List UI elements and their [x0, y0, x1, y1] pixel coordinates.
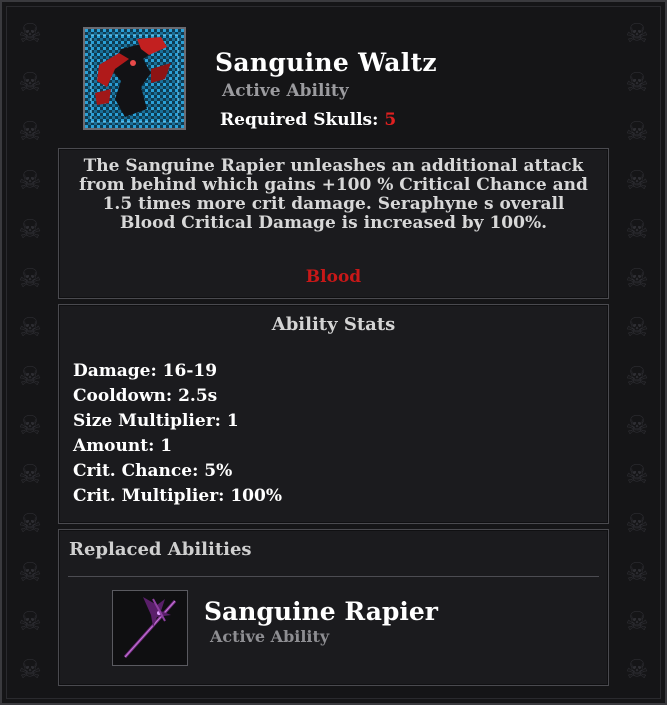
skull-icon: ☠ [18, 19, 42, 50]
ability-title: Sanguine Waltz [215, 48, 437, 77]
skull-icon: ☠ [625, 117, 649, 148]
skull-icon: ☠ [625, 215, 649, 246]
divider [68, 576, 599, 577]
skull-icon: ☠ [625, 410, 649, 441]
skull-icon: ☠ [625, 557, 649, 588]
skull-icon: ☠ [18, 655, 42, 686]
required-skulls: Required Skulls: 5 [220, 110, 396, 130]
skull-icon: ☠ [18, 264, 42, 295]
stat-damage: Damage: 16-19 [73, 361, 218, 381]
sanguine-waltz-portrait [83, 27, 186, 130]
stat-cooldown: Cooldown: 2.5s [73, 386, 218, 406]
skull-icon: ☠ [18, 459, 42, 490]
element-tag: Blood [305, 267, 362, 287]
skull-icon: ☠ [625, 606, 649, 637]
skull-icon: ☠ [18, 410, 42, 441]
skull-icon: ☠ [18, 606, 42, 637]
skull-column-right: ☠ ☠ ☠ ☠ ☠ ☠ ☠ ☠ ☠ ☠ ☠ ☠ ☠ ☠ [617, 10, 657, 695]
required-skulls-value: 5 [384, 110, 397, 130]
skull-icon: ☠ [18, 312, 42, 343]
skull-icon: ☠ [625, 508, 649, 539]
skull-icon: ☠ [18, 68, 42, 99]
ability-description: The Sanguine Rapier unleashes an additio… [79, 156, 588, 233]
skull-icon: ☠ [18, 361, 42, 392]
stats-title: Ability Stats [271, 314, 396, 335]
ability-type: Active Ability [222, 81, 349, 101]
replaced-abilities-title: Replaced Abilities [69, 539, 252, 560]
skull-icon: ☠ [625, 459, 649, 490]
skull-icon: ☠ [625, 655, 649, 686]
skull-column-left: ☠ ☠ ☠ ☠ ☠ ☠ ☠ ☠ ☠ ☠ ☠ ☠ ☠ ☠ [10, 10, 50, 695]
replaced-ability-type: Active Ability [210, 627, 330, 646]
sanguine-rapier-icon[interactable] [112, 590, 188, 666]
description-panel: The Sanguine Rapier unleashes an additio… [58, 148, 609, 299]
skull-icon: ☠ [625, 68, 649, 99]
skull-icon: ☠ [625, 312, 649, 343]
skull-icon: ☠ [625, 19, 649, 50]
stat-crit-chance: Crit. Chance: 5% [73, 461, 233, 481]
skull-icon: ☠ [625, 166, 649, 197]
skull-icon: ☠ [18, 117, 42, 148]
stat-amount: Amount: 1 [73, 436, 173, 456]
stat-size-multiplier: Size Multiplier: 1 [73, 411, 239, 431]
skull-icon: ☠ [18, 557, 42, 588]
skull-icon: ☠ [18, 508, 42, 539]
replaced-ability-name: Sanguine Rapier [204, 597, 438, 626]
skull-icon: ☠ [625, 264, 649, 295]
stat-crit-multiplier: Crit. Multiplier: 100% [73, 486, 282, 506]
skull-icon: ☠ [625, 361, 649, 392]
skull-icon: ☠ [18, 215, 42, 246]
required-skulls-label: Required Skulls: [220, 110, 379, 130]
stats-panel: Ability Stats Damage: 16-19 Cooldown: 2.… [58, 304, 609, 524]
replaced-abilities-panel: Replaced Abilities Sanguine Rapier Activ… [58, 529, 609, 686]
skull-icon: ☠ [18, 166, 42, 197]
